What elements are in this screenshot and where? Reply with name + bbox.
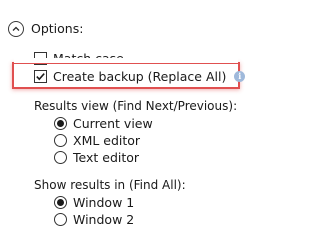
show-results-window-1[interactable]: Window 1 (54, 194, 134, 210)
options-expander[interactable]: Options: (8, 19, 83, 39)
results-view-heading: Results view (Find Next/Previous): (34, 99, 238, 113)
create-backup-label: Create backup (Replace All) (53, 68, 227, 84)
show-results-heading: Show results in (Find All): (34, 178, 186, 192)
xml-editor-radio[interactable] (54, 133, 67, 147)
highlight-top-mask (14, 58, 238, 63)
window-2-label: Window 2 (73, 211, 135, 227)
radio-selected-dot (57, 198, 64, 206)
text-editor-radio[interactable] (54, 150, 67, 164)
window-1-label: Window 1 (73, 194, 135, 210)
text-editor-label: Text editor (73, 149, 140, 165)
results-view-text-editor[interactable]: Text editor (54, 149, 139, 165)
create-backup-checkbox[interactable] (34, 69, 47, 83)
info-icon[interactable]: i (234, 70, 246, 82)
find-replace-options-panel: Options: Match case Create backup (Repla… (0, 0, 313, 251)
window-1-radio[interactable] (54, 195, 67, 209)
current-view-radio[interactable] (54, 116, 67, 130)
radio-selected-dot (57, 119, 64, 127)
create-backup-option[interactable]: Create backup (Replace All) i (34, 68, 246, 84)
options-label: Options: (31, 21, 84, 36)
show-results-window-2[interactable]: Window 2 (54, 211, 134, 227)
chevron-up-icon[interactable] (8, 21, 24, 37)
results-view-xml-editor[interactable]: XML editor (54, 132, 140, 148)
current-view-label: Current view (73, 115, 153, 131)
checkmark-icon (36, 72, 45, 80)
xml-editor-label: XML editor (73, 132, 141, 148)
results-view-current-view[interactable]: Current view (54, 115, 153, 131)
window-2-radio[interactable] (54, 212, 67, 226)
